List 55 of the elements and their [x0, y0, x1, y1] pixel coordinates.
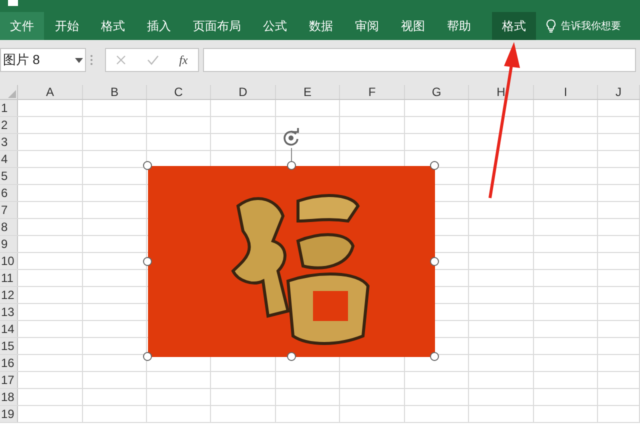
corner-triangle-icon [8, 90, 16, 98]
ribbon-tab[interactable]: 数据 [298, 12, 344, 40]
row-header[interactable]: 4 [0, 151, 18, 167]
row-header[interactable]: 3 [0, 134, 18, 150]
row-header[interactable]: 2 [0, 117, 18, 133]
column-header[interactable]: C [147, 85, 211, 99]
row-header[interactable]: 14 [0, 321, 18, 337]
ribbon-tab[interactable]: 帮助 [436, 12, 482, 40]
ribbon-tab[interactable]: 文件 [0, 12, 44, 40]
row-header[interactable]: 5 [0, 168, 18, 184]
rotate-handle-icon[interactable] [281, 128, 301, 148]
row-header[interactable]: 6 [0, 185, 18, 201]
ribbon-tab[interactable]: 审阅 [344, 12, 390, 40]
column-header[interactable]: J [598, 85, 640, 99]
ribbon-tab[interactable]: 页面布局 [182, 12, 252, 40]
row-header[interactable]: 19 [0, 406, 18, 422]
row-header[interactable]: 7 [0, 202, 18, 218]
resize-handle[interactable] [430, 161, 439, 170]
grip-icon [90, 54, 93, 66]
row-header[interactable]: 8 [0, 219, 18, 235]
insert-function-button[interactable]: fx [179, 51, 188, 69]
row-header[interactable]: 12 [0, 287, 18, 303]
column-header[interactable]: B [83, 85, 147, 99]
ribbon-tab[interactable]: 开始 [44, 12, 90, 40]
column-header[interactable]: F [340, 85, 405, 99]
column-header[interactable]: G [405, 85, 469, 99]
column-header[interactable]: H [469, 85, 534, 99]
lightbulb-icon[interactable] [546, 19, 556, 33]
resize-handle[interactable] [143, 256, 152, 266]
ribbon-tab[interactable]: 视图 [390, 12, 436, 40]
row-header[interactable]: 15 [0, 338, 18, 354]
column-header[interactable]: A [18, 85, 83, 99]
tell-me-field[interactable]: 告诉我你想要 [561, 18, 621, 34]
ribbon-tab[interactable]: 插入 [136, 12, 182, 40]
row-header[interactable]: 17 [0, 372, 18, 388]
row-header[interactable]: 18 [0, 389, 18, 405]
formula-input[interactable] [203, 48, 636, 72]
resize-handle[interactable] [430, 352, 439, 361]
row-header[interactable]: 9 [0, 236, 18, 252]
row-header[interactable]: 16 [0, 355, 18, 371]
resize-handle[interactable] [143, 161, 152, 170]
row-header[interactable]: 1 [0, 100, 18, 116]
row-header[interactable]: 11 [0, 270, 18, 286]
ribbon-tab[interactable]: 格式 [90, 12, 136, 40]
column-header[interactable]: D [211, 85, 276, 99]
column-header[interactable]: I [534, 85, 598, 99]
dropdown-icon[interactable] [75, 58, 83, 62]
row-header[interactable]: 13 [0, 304, 18, 320]
resize-handle[interactable] [286, 161, 296, 170]
resize-handle[interactable] [143, 352, 152, 361]
row-header[interactable]: 10 [0, 253, 18, 269]
name-box[interactable]: 图片 8 [0, 48, 86, 72]
ribbon-tab[interactable]: 格式 [492, 12, 536, 40]
ribbon-tab[interactable]: 公式 [252, 12, 298, 40]
column-header[interactable]: E [276, 85, 340, 99]
